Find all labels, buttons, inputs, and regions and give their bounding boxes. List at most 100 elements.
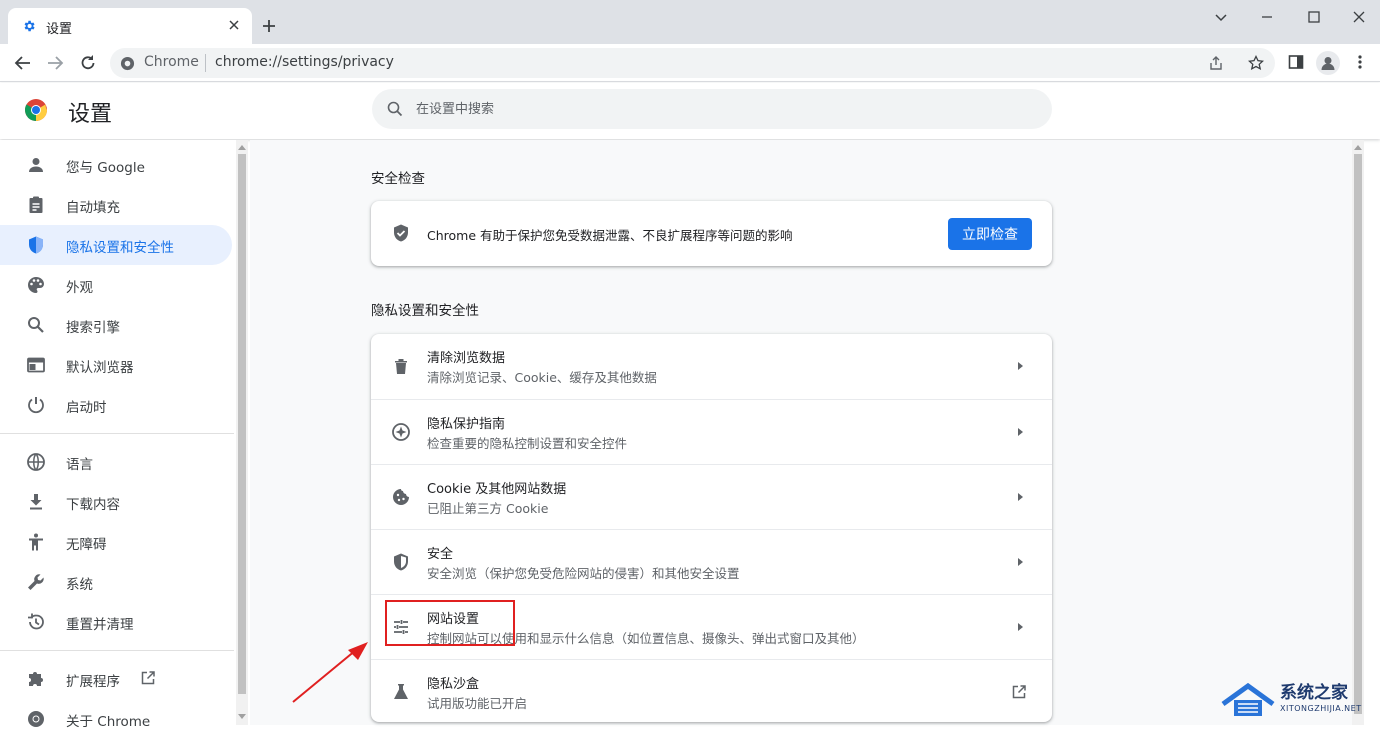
sidebar-item-system[interactable]: 系统 [0,562,232,602]
forward-arrow-icon[interactable] [46,54,64,72]
browser-toolbar: Chrome chrome://settings/privacy [0,44,1380,82]
omnibox[interactable]: Chrome chrome://settings/privacy [110,48,1275,78]
sidebar-item-on-startup[interactable]: 启动时 [0,385,232,425]
chevron-right-icon [1018,493,1023,501]
safety-check-card: Chrome 有助于保护您免受数据泄露、不良扩展程序等问题的影响 立即检查 [371,201,1052,266]
wrench-icon [26,572,46,592]
sidebar-item-extensions[interactable]: 扩展程序 [0,659,232,699]
row-security[interactable]: 安全 安全浏览（保护您免受危险网站的侵害）和其他安全设置 [371,529,1052,594]
row-privacy-guide[interactable]: 隐私保护指南 检查重要的隐私控制设置和安全控件 [371,399,1052,464]
omnibox-chip: Chrome [144,54,199,70]
sidebar-item-languages[interactable]: 语言 [0,442,232,482]
sidebar-item-label: 启动时 [66,400,107,416]
scroll-up-arrow[interactable] [238,145,246,150]
sidebar-item-label: 搜索引擎 [66,320,120,336]
search-icon [386,100,404,118]
row-title: 隐私沙盒 [427,677,480,692]
compass-icon [391,422,411,442]
person-icon [26,155,46,175]
watermark-logo-icon [1218,678,1278,718]
close-icon[interactable] [228,19,240,31]
row-subtitle: 安全浏览（保护您免受危险网站的侵害）和其他安全设置 [427,566,740,581]
menu-kebab-icon[interactable] [1352,54,1368,70]
sidebar-divider [0,433,234,434]
sidebar-item-autofill[interactable]: 自动填充 [0,185,232,225]
annotation-arrow-icon [290,640,370,705]
sidebar-item-label: 隐私设置和安全性 [66,240,174,256]
shield-icon [391,552,411,572]
side-panel-icon[interactable] [1288,54,1304,70]
back-arrow-icon[interactable] [14,54,32,72]
row-subtitle: 已阻止第三方 Cookie [427,501,549,516]
omnibox-separator [205,54,206,72]
safety-check-description: Chrome 有助于保护您免受数据泄露、不良扩展程序等问题的影响 [427,228,793,243]
sidebar-scrollbar[interactable] [236,140,248,725]
globe-icon [26,452,46,472]
sidebar-item-reset[interactable]: 重置并清理 [0,602,232,642]
row-cookies[interactable]: Cookie 及其他网站数据 已阻止第三方 Cookie [371,464,1052,529]
sidebar-item-label: 无障碍 [66,537,107,553]
bookmark-star-icon[interactable] [1248,55,1264,71]
sidebar-item-accessibility[interactable]: 无障碍 [0,522,232,562]
chrome-site-icon [120,56,135,71]
highlight-box [385,600,515,646]
scroll-down-arrow[interactable] [238,714,246,719]
check-now-button[interactable]: 立即检查 [948,218,1032,250]
clipboard-icon [26,195,46,215]
minimize-icon[interactable] [1260,10,1274,24]
row-subtitle: 检查重要的隐私控制设置和安全控件 [427,436,628,451]
share-icon[interactable] [1208,55,1224,71]
chrome-logo [24,98,48,122]
open-in-new-icon [1011,684,1027,700]
sidebar-item-label: 关于 Chrome [66,714,151,730]
search-input[interactable] [416,97,1016,121]
sidebar-item-downloads[interactable]: 下载内容 [0,482,232,522]
safety-check-title: 安全检查 [371,171,425,187]
sidebar-item-default-browser[interactable]: 默认浏览器 [0,345,232,385]
reload-icon[interactable] [79,54,97,72]
tab-search-icon[interactable] [1214,10,1228,24]
shield-icon [26,235,46,255]
main-scrollbar[interactable] [1352,140,1364,725]
sidebar-item-about-chrome[interactable]: 关于 Chrome [0,699,232,739]
sidebar-item-label: 下载内容 [66,497,120,513]
tab-strip: 设置 [0,0,1380,44]
row-title: 隐私保护指南 [427,417,506,432]
row-clear-browsing-data[interactable]: 清除浏览数据 清除浏览记录、Cookie、缓存及其他数据 [371,334,1052,399]
sidebar-item-you-and-google[interactable]: 您与 Google [0,145,232,185]
scroll-thumb[interactable] [238,154,246,694]
sidebar-item-label: 系统 [66,577,93,593]
chevron-right-icon [1018,558,1023,566]
search-icon [26,315,46,335]
avatar[interactable] [1316,51,1340,75]
window-close-icon[interactable] [1352,10,1366,24]
cookie-icon [391,487,411,507]
settings-search[interactable] [372,89,1052,129]
page-title: 设置 [68,102,113,127]
sidebar-item-privacy[interactable]: 隐私设置和安全性 [0,225,232,265]
sidebar: 您与 Google 自动填充 隐私设置和安全性 外观 搜索引擎 默认浏览器 启动… [0,140,248,730]
scroll-up-arrow[interactable] [1354,145,1362,150]
settings-header: 设置 [0,83,1380,139]
sidebar-item-label: 重置并清理 [66,617,134,633]
watermark: 系统之家 XITONGZHIJIA.NET [1218,676,1380,725]
maximize-icon[interactable] [1307,10,1321,24]
sidebar-item-label: 语言 [66,457,93,473]
sidebar-item-label: 外观 [66,280,93,296]
sidebar-item-search-engine[interactable]: 搜索引擎 [0,305,232,345]
chrome-icon [26,709,46,729]
sidebar-item-appearance[interactable]: 外观 [0,265,232,305]
row-privacy-sandbox[interactable]: 隐私沙盒 试用版功能已开启 [371,659,1052,724]
row-title: 安全 [427,547,454,562]
accessibility-icon [26,532,46,552]
trash-icon [391,356,411,376]
sidebar-item-label: 自动填充 [66,200,120,216]
sidebar-item-label: 您与 Google [66,160,145,176]
omnibox-url[interactable]: chrome://settings/privacy [215,54,394,70]
tab-settings[interactable]: 设置 [8,8,252,44]
chevron-right-icon [1018,362,1023,370]
puzzle-icon [26,669,46,689]
watermark-url: XITONGZHIJIA.NET [1280,704,1362,713]
scroll-thumb[interactable] [1354,154,1362,714]
new-tab-button[interactable] [262,19,276,33]
